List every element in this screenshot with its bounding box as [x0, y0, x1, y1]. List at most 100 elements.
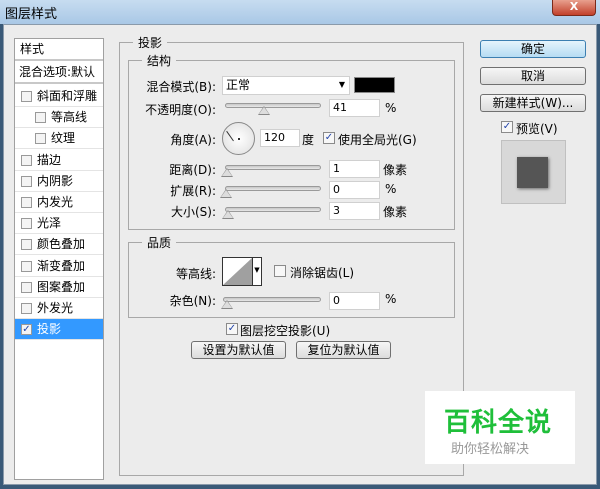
- spread-label: 扩展(R):: [170, 184, 216, 198]
- quality-title: 品质: [142, 234, 177, 251]
- opacity-input[interactable]: 41: [329, 99, 380, 117]
- dial-needle: [226, 130, 234, 142]
- distance-input[interactable]: 1: [329, 160, 380, 178]
- spread-input[interactable]: 0: [329, 181, 380, 199]
- contour-label: 等高线:: [175, 267, 216, 281]
- style-item-checkbox[interactable]: [21, 175, 32, 187]
- style-item-label: 光泽: [37, 216, 62, 231]
- style-item-checkbox[interactable]: [21, 281, 32, 293]
- style-item-label: 内阴影: [37, 173, 74, 188]
- antialias-label: 消除锯齿(L): [290, 266, 355, 280]
- style-item[interactable]: 斜面和浮雕: [15, 86, 103, 107]
- style-item[interactable]: 颜色叠加: [15, 234, 103, 256]
- style-item-checkbox[interactable]: [35, 133, 46, 145]
- style-item-checkbox[interactable]: [21, 260, 32, 272]
- slider-thumb[interactable]: [221, 300, 233, 309]
- style-list-header[interactable]: 样式: [15, 39, 103, 61]
- style-item-label: 等高线: [51, 110, 88, 125]
- angle-input[interactable]: 120: [260, 129, 300, 147]
- distance-unit: 像素: [383, 163, 408, 177]
- style-item-label: 投影: [37, 322, 62, 337]
- slider-thumb[interactable]: [258, 106, 270, 115]
- noise-label: 杂色(N):: [169, 294, 216, 308]
- style-item-label: 内发光: [37, 195, 74, 209]
- antialias-checkbox[interactable]: [274, 265, 286, 277]
- chevron-down-icon: ▼: [252, 258, 261, 285]
- slider-thumb[interactable]: [220, 189, 232, 198]
- opacity-unit: %: [385, 101, 397, 115]
- blending-options-item[interactable]: 混合选项:默认: [15, 61, 103, 84]
- drop-shadow-title: 投影: [133, 34, 168, 51]
- style-item-label: 纹理: [51, 131, 76, 146]
- style-item[interactable]: 内发光: [15, 192, 103, 213]
- window-title: 图层样式: [5, 7, 58, 22]
- style-item-checkbox[interactable]: [21, 218, 32, 230]
- style-item-label: 描边: [37, 152, 62, 167]
- watermark: 百科全说 助你轻松解决: [425, 391, 575, 464]
- dial-center: [238, 138, 240, 140]
- contour-picker[interactable]: ▼: [222, 257, 262, 286]
- new-style-button[interactable]: 新建样式(W)...: [480, 94, 586, 112]
- structure-title: 结构: [142, 52, 177, 69]
- angle-unit: 度: [302, 133, 315, 147]
- preview-label: 预览(V): [516, 122, 558, 136]
- slider-thumb[interactable]: [222, 210, 234, 219]
- style-item-label: 斜面和浮雕: [37, 89, 98, 103]
- style-item[interactable]: 纹理: [15, 128, 103, 150]
- distance-slider[interactable]: [221, 165, 321, 177]
- angle-dial[interactable]: [222, 122, 255, 155]
- reset-default-button[interactable]: 复位为默认值: [296, 341, 391, 359]
- style-item-checkbox[interactable]: ✓: [21, 324, 32, 336]
- opacity-slider[interactable]: [225, 103, 321, 115]
- style-item-checkbox[interactable]: [21, 303, 32, 314]
- style-item-label: 外发光: [37, 301, 74, 315]
- shadow-color-swatch[interactable]: [354, 77, 395, 93]
- style-item-label: 渐变叠加: [37, 258, 86, 273]
- style-item-checkbox[interactable]: [21, 239, 32, 251]
- size-unit: 像素: [383, 205, 408, 219]
- global-light-label: 使用全局光(G): [338, 133, 417, 147]
- style-item-checkbox[interactable]: [21, 91, 32, 102]
- spread-slider[interactable]: [220, 186, 321, 198]
- blend-mode-select[interactable]: 正常 ▼: [222, 76, 350, 95]
- style-item-label: 图案叠加: [37, 279, 86, 294]
- style-item-checkbox[interactable]: [21, 197, 32, 208]
- style-item-checkbox[interactable]: [35, 112, 46, 124]
- style-item[interactable]: 图案叠加: [15, 277, 103, 298]
- cancel-button[interactable]: 取消: [480, 67, 586, 85]
- preview-checkbox[interactable]: ✓: [501, 121, 513, 133]
- size-slider[interactable]: [222, 207, 321, 219]
- style-item[interactable]: 内阴影: [15, 171, 103, 192]
- preview-thumbnail: [501, 140, 566, 204]
- distance-label: 距离(D):: [169, 163, 216, 177]
- watermark-title: 百科全说: [444, 408, 553, 438]
- style-list: 样式 混合选项:默认 斜面和浮雕等高线纹理描边内阴影内发光光泽颜色叠加渐变叠加图…: [14, 38, 104, 480]
- preview-square: [517, 157, 548, 188]
- set-default-button[interactable]: 设置为默认值: [191, 341, 286, 359]
- style-item-checkbox[interactable]: [21, 154, 32, 166]
- ok-button[interactable]: 确定: [480, 40, 586, 58]
- opacity-label: 不透明度(O):: [145, 103, 216, 117]
- noise-input[interactable]: 0: [329, 292, 380, 310]
- style-item[interactable]: 渐变叠加: [15, 256, 103, 277]
- size-input[interactable]: 3: [329, 202, 380, 220]
- style-item[interactable]: ✓ 投影: [15, 319, 103, 341]
- style-item[interactable]: 光泽: [15, 213, 103, 235]
- contour-preview-icon: [223, 258, 252, 285]
- global-light-checkbox[interactable]: ✓: [323, 132, 335, 144]
- style-item[interactable]: 描边: [15, 150, 103, 171]
- chevron-down-icon: ▼: [338, 80, 345, 89]
- blend-mode-label: 混合模式(B):: [146, 80, 216, 94]
- style-item-label: 颜色叠加: [37, 237, 86, 252]
- style-item[interactable]: 等高线: [15, 107, 103, 129]
- title-bar: [0, 0, 600, 24]
- size-label: 大小(S):: [170, 205, 216, 219]
- spread-unit: %: [385, 182, 397, 196]
- style-item[interactable]: 外发光: [15, 298, 103, 319]
- noise-unit: %: [385, 292, 397, 306]
- knockout-checkbox[interactable]: ✓: [226, 323, 238, 335]
- close-button[interactable]: X: [552, 0, 596, 16]
- slider-thumb[interactable]: [221, 168, 233, 177]
- noise-slider[interactable]: [221, 297, 321, 309]
- watermark-subtitle: 助你轻松解决: [451, 442, 530, 457]
